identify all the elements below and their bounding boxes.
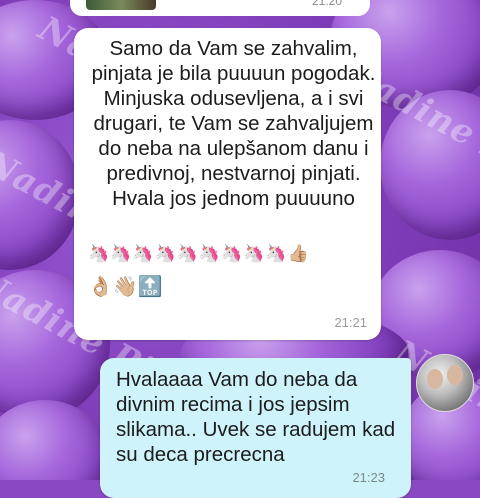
emoji-row-gestures: 👌🏼👋🏼🔝 xyxy=(88,276,163,298)
message-text: Hvalaaaa Vam do neba da divnim recima i … xyxy=(116,368,396,466)
message-timestamp: 21:20 xyxy=(312,0,343,8)
message-timestamp: 21:21 xyxy=(334,315,367,330)
message-text: Samo da Vam se zahvalim, pinjata je bila… xyxy=(91,37,376,210)
outgoing-message-bubble[interactable]: Hvalaaaa Vam do neba da divnim recima i … xyxy=(100,358,411,498)
image-thumbnail[interactable] xyxy=(86,0,156,10)
emoji-row-unicorns: 🦄🦄🦄🦄🦄🦄🦄🦄🦄👍🏼 xyxy=(88,244,310,263)
incoming-message-bubble[interactable]: Samo da Vam se zahvalim, pinjata je bila… xyxy=(74,28,381,340)
couple-photo-avatar[interactable] xyxy=(416,354,474,412)
message-timestamp: 21:23 xyxy=(352,470,385,485)
